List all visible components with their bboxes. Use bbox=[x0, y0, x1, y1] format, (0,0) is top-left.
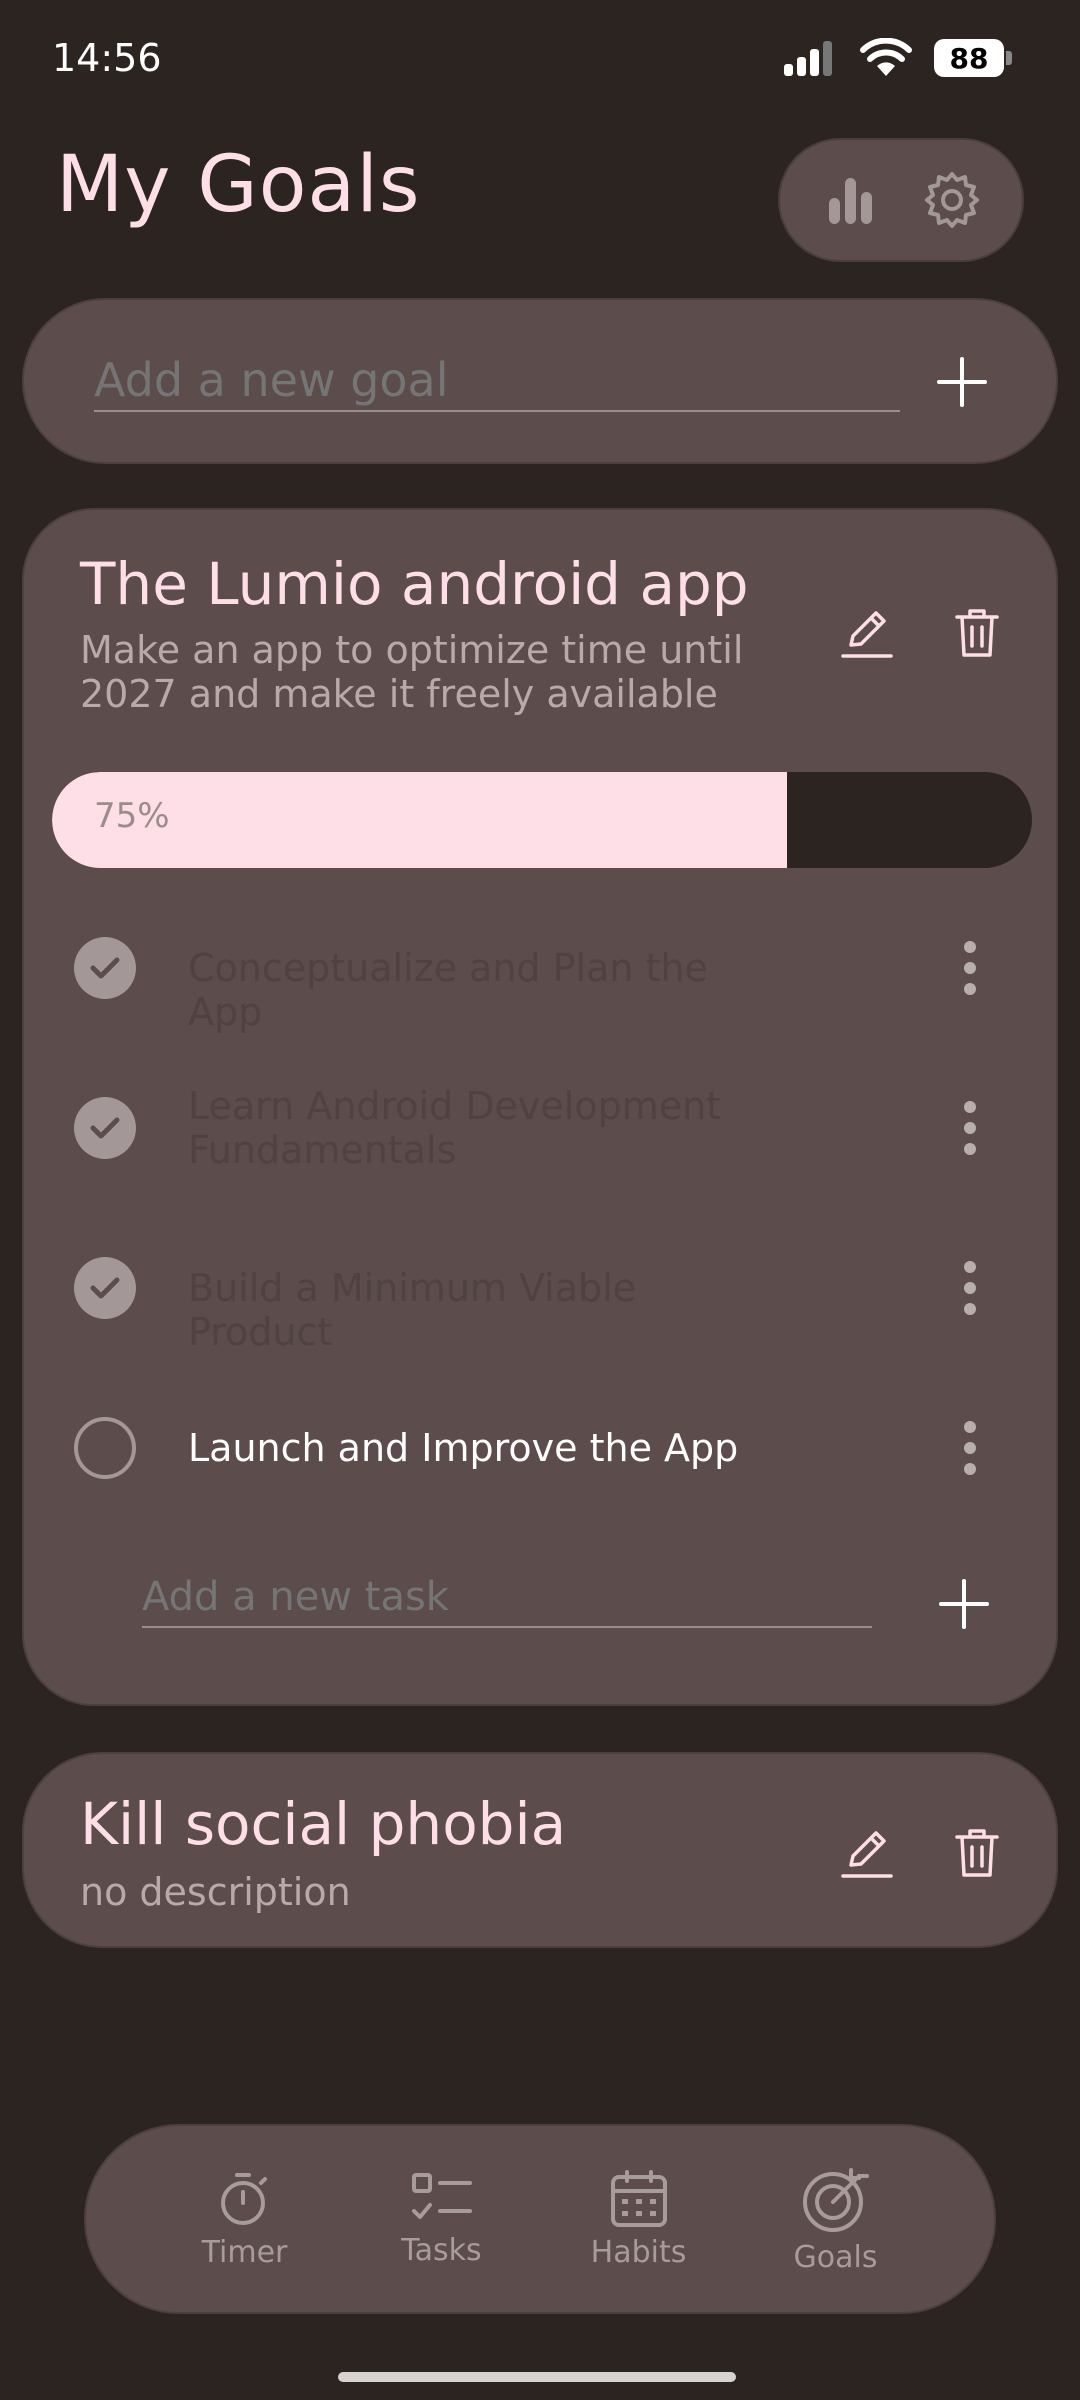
task-label: Build a Minimum Viable Product bbox=[188, 1266, 637, 1354]
goal-title: Kill social phobia bbox=[80, 1790, 567, 1858]
task-item: Launch and Improve the App bbox=[24, 1388, 1060, 1508]
goal-progress-bar: 75% bbox=[52, 772, 1032, 868]
new-goal-input[interactable] bbox=[94, 350, 900, 412]
add-goal-button[interactable] bbox=[922, 342, 1002, 422]
trash-icon bbox=[955, 609, 999, 657]
goal-description: Make an app to optimize time until 2027 … bbox=[80, 628, 744, 716]
signal-icon bbox=[784, 41, 832, 76]
task-item: Learn Android Development Fundamentals bbox=[24, 1068, 1060, 1188]
status-bar: 14:56 88 bbox=[0, 0, 1080, 120]
gear-icon bbox=[924, 172, 979, 228]
status-time: 14:56 bbox=[52, 36, 162, 80]
goal-card: The Lumio android app Make an app to opt… bbox=[22, 508, 1058, 1706]
status-icons: 88 bbox=[782, 38, 1012, 78]
delete-goal-button[interactable] bbox=[942, 598, 1012, 668]
task-menu-button[interactable] bbox=[950, 1408, 990, 1488]
dot-icon bbox=[964, 1421, 976, 1433]
nav-timer[interactable]: Timer bbox=[170, 2169, 320, 2270]
goal-title: The Lumio android app bbox=[80, 550, 749, 618]
task-label: Conceptualize and Plan the App bbox=[188, 946, 708, 1034]
trash-icon bbox=[955, 1829, 999, 1877]
task-checkbox[interactable] bbox=[74, 1417, 136, 1479]
nav-habits[interactable]: Habits bbox=[564, 2169, 714, 2270]
task-checkbox[interactable] bbox=[74, 1097, 136, 1159]
dot-icon bbox=[964, 962, 976, 974]
task-menu-button[interactable] bbox=[950, 1248, 990, 1328]
dot-icon bbox=[964, 1303, 976, 1315]
dot-icon bbox=[964, 1143, 976, 1155]
nav-goals[interactable]: Goals bbox=[761, 2164, 911, 2275]
delete-goal-button[interactable] bbox=[942, 1818, 1012, 1888]
new-task-input[interactable] bbox=[142, 1568, 872, 1628]
new-goal-card bbox=[22, 298, 1058, 464]
task-menu-button[interactable] bbox=[950, 1088, 990, 1168]
task-label: Learn Android Development Fundamentals bbox=[188, 1084, 722, 1172]
stopwatch-icon bbox=[220, 2172, 267, 2225]
nav-label: Habits bbox=[590, 2234, 687, 2270]
dot-icon bbox=[964, 1282, 976, 1294]
battery-indicator: 88 bbox=[934, 39, 1012, 77]
header-actions bbox=[778, 138, 1024, 262]
task-label: Launch and Improve the App bbox=[188, 1426, 739, 1470]
checkmark-icon bbox=[90, 957, 120, 979]
add-task-button[interactable] bbox=[924, 1564, 1004, 1644]
dot-icon bbox=[964, 1101, 976, 1113]
plus-icon bbox=[937, 357, 987, 407]
target-icon bbox=[802, 2167, 869, 2232]
wifi-icon bbox=[860, 38, 912, 76]
goal-description: no description bbox=[80, 1870, 351, 1914]
stats-button[interactable] bbox=[816, 165, 886, 235]
nav-tasks[interactable]: Tasks bbox=[367, 2171, 517, 2268]
nav-label: Timer bbox=[201, 2234, 288, 2270]
checkmark-icon bbox=[90, 1117, 120, 1139]
dot-icon bbox=[964, 1463, 976, 1475]
dot-icon bbox=[964, 941, 976, 953]
plus-icon bbox=[939, 1579, 989, 1629]
nav-label: Tasks bbox=[401, 2232, 482, 2268]
edit-goal-button[interactable] bbox=[832, 1818, 902, 1888]
dot-icon bbox=[964, 1442, 976, 1454]
pencil-icon bbox=[841, 1831, 893, 1878]
calendar-icon bbox=[610, 2169, 667, 2227]
checkmark-icon bbox=[90, 1277, 120, 1299]
task-item: Build a Minimum Viable Product bbox=[24, 1228, 1060, 1354]
settings-button[interactable] bbox=[917, 165, 987, 235]
bottom-navigation: Timer Tasks Habits Goals bbox=[84, 2124, 996, 2314]
dot-icon bbox=[964, 1122, 976, 1134]
home-indicator bbox=[338, 2372, 736, 2382]
edit-goal-button[interactable] bbox=[832, 598, 902, 668]
task-menu-button[interactable] bbox=[950, 928, 990, 1008]
progress-percentage: 75% bbox=[94, 796, 170, 836]
page-title: My Goals bbox=[56, 140, 421, 230]
task-checkbox[interactable] bbox=[74, 1257, 136, 1319]
dot-icon bbox=[964, 983, 976, 995]
bar-chart-icon bbox=[828, 178, 872, 224]
checklist-icon bbox=[411, 2172, 472, 2219]
task-item: Conceptualize and Plan the App bbox=[24, 908, 1060, 1034]
dot-icon bbox=[964, 1261, 976, 1273]
nav-label: Goals bbox=[793, 2239, 878, 2275]
pencil-icon bbox=[841, 611, 893, 658]
goal-card: Kill social phobia no description bbox=[22, 1752, 1058, 1948]
task-checkbox[interactable] bbox=[74, 937, 136, 999]
